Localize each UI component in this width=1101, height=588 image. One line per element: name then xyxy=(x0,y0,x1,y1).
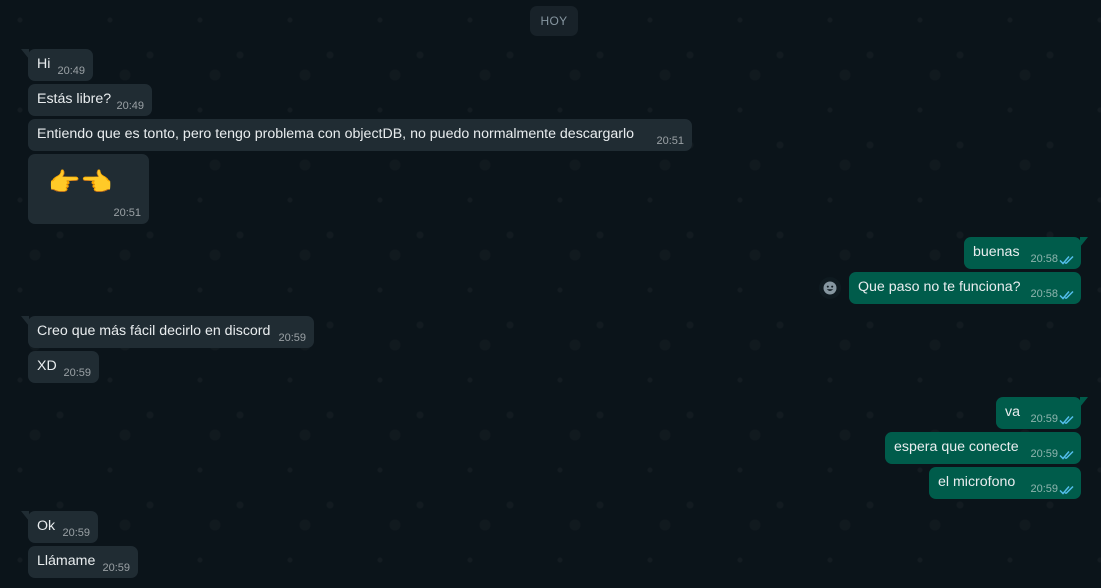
message-incoming[interactable]: XD 20:59 xyxy=(28,351,99,383)
double-check-icon xyxy=(1059,450,1074,460)
message-outgoing[interactable]: el microfono 20:59 xyxy=(929,467,1081,499)
chat-panel: HOY Hi 20:49 Estás libre? 20:49 Entiendo… xyxy=(0,0,1101,588)
message-text: Hi xyxy=(37,56,51,72)
message-outgoing[interactable]: buenas 20:58 xyxy=(964,237,1088,269)
message-text: Entiendo que es tonto, pero tengo proble… xyxy=(37,126,635,142)
message-text: buenas xyxy=(973,244,1020,260)
message-time: 20:51 xyxy=(113,207,141,219)
message-outgoing[interactable]: Que paso no te funciona? 20:58 xyxy=(849,272,1081,304)
message-incoming-emoji[interactable]: 👉👈 20:51 xyxy=(28,154,149,224)
message-incoming[interactable]: Estás libre? 20:49 xyxy=(28,84,152,116)
message-time: 20:51 xyxy=(656,135,684,147)
message-text: XD xyxy=(37,358,57,374)
message-text: Llámame xyxy=(37,553,96,569)
double-check-icon xyxy=(1059,415,1074,425)
message-text: Que paso no te funciona? xyxy=(858,279,1021,295)
message-time: 20:59 xyxy=(1030,413,1058,425)
reaction-button[interactable] xyxy=(819,277,841,299)
message-time: 20:58 xyxy=(1030,253,1058,265)
message-time: 20:59 xyxy=(63,367,91,379)
message-outgoing[interactable]: espera que conecte 20:59 xyxy=(885,432,1081,464)
message-incoming[interactable]: Creo que más fácil decirlo en discord 20… xyxy=(21,316,314,348)
double-check-icon xyxy=(1059,255,1074,265)
message-text: Ok xyxy=(37,518,56,534)
double-check-icon xyxy=(1059,485,1074,495)
pointing-fingers-emoji: 👉👈 xyxy=(48,168,113,198)
double-check-icon xyxy=(1059,290,1074,300)
message-incoming[interactable]: Ok 20:59 xyxy=(21,511,98,543)
message-time: 20:58 xyxy=(1030,288,1058,300)
message-time: 20:59 xyxy=(1030,448,1058,460)
message-time: 20:49 xyxy=(57,65,85,77)
message-time: 20:59 xyxy=(102,562,130,574)
date-separator: HOY xyxy=(530,6,578,36)
message-time: 20:59 xyxy=(1030,483,1058,495)
message-text: Estás libre? xyxy=(37,91,112,107)
smiley-icon xyxy=(823,281,837,295)
message-time: 20:59 xyxy=(278,332,306,344)
message-outgoing[interactable]: va 20:59 xyxy=(996,397,1088,429)
message-text: espera que conecte xyxy=(894,439,1019,455)
message-text: el microfono xyxy=(938,474,1016,490)
message-incoming[interactable]: Llámame 20:59 xyxy=(28,546,138,578)
message-incoming[interactable]: Hi 20:49 xyxy=(21,49,93,81)
message-time: 20:49 xyxy=(116,100,144,112)
message-text: va xyxy=(1005,404,1020,420)
message-text: Creo que más fácil decirlo en discord xyxy=(37,323,271,339)
message-incoming[interactable]: Entiendo que es tonto, pero tengo proble… xyxy=(28,119,692,151)
message-time: 20:59 xyxy=(62,527,90,539)
